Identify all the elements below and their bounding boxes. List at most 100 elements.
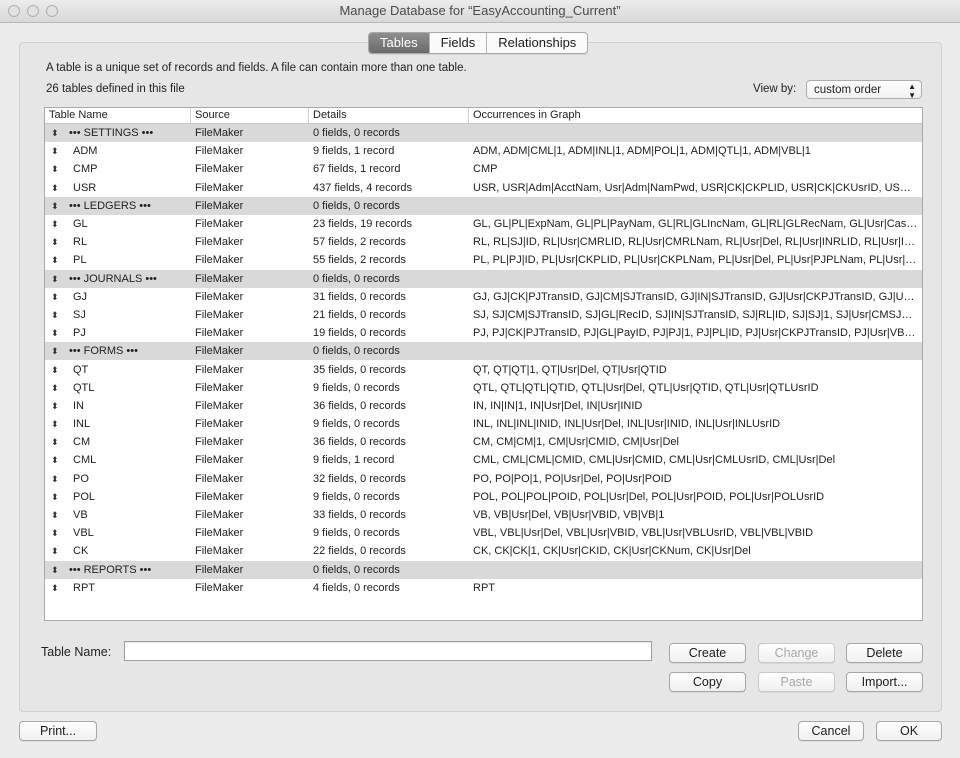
zoom-window-icon[interactable] [46, 5, 58, 17]
delete-button[interactable]: Delete [846, 643, 923, 663]
table-name-input[interactable] [124, 641, 652, 661]
tab-tables[interactable]: Tables [369, 33, 429, 53]
table-details-cell: 22 fields, 0 records [313, 545, 406, 558]
reorder-handle-icon[interactable]: ⬍ [51, 274, 65, 283]
table-row[interactable]: ⬍ GJ FileMaker 31 fields, 0 records GJ, GJ|C… [45, 288, 922, 306]
table-name-cell: ⬍ ••• REPORTS ••• [45, 564, 191, 576]
paste-button[interactable]: Paste [758, 672, 835, 692]
table-occurrences-cell: IN, IN|IN|1, IN|Usr|Del, IN|Usr|INID [473, 399, 643, 412]
table-row[interactable]: ⬍ INL FileMaker 9 fields, 0 records INL, INL… [45, 415, 922, 433]
table-name-cell: ⬍ GL [45, 218, 191, 230]
reorder-handle-icon[interactable]: ⬍ [51, 474, 65, 483]
reorder-handle-icon[interactable]: ⬍ [51, 365, 65, 374]
table-occurrences-cell: PL, PL|PJ|ID, PL|Usr|CKPLID, PL|Usr|CKPL… [473, 254, 922, 267]
table-rows: ⬍ ••• SETTINGS ••• FileMaker 0 fields, 0 re… [45, 124, 922, 597]
table-row[interactable]: ⬍ POL FileMaker 9 fields, 0 records POL, POL… [45, 488, 922, 506]
table-row[interactable]: ⬍ CML FileMaker 9 fields, 1 record CML, CML|… [45, 451, 922, 469]
reorder-handle-icon[interactable]: ⬍ [51, 329, 65, 338]
tab-fields[interactable]: Fields [428, 33, 487, 53]
reorder-handle-icon[interactable]: ⬍ [51, 220, 65, 229]
table-row[interactable]: ⬍ SJ FileMaker 21 fields, 0 records SJ, SJ|C… [45, 306, 922, 324]
table-row[interactable]: ⬍ IN FileMaker 36 fields, 0 records IN, IN|I… [45, 397, 922, 415]
table-name-cell: ⬍ VB [45, 509, 191, 521]
table-row[interactable]: ⬍ RL FileMaker 57 fields, 2 records RL, RL|S… [45, 233, 922, 251]
reorder-handle-icon[interactable]: ⬍ [51, 456, 65, 465]
table-name: PJ [73, 327, 86, 340]
table-row[interactable]: ⬍ CK FileMaker 22 fields, 0 records CK, CK|C… [45, 542, 922, 560]
table-source-cell: FileMaker [195, 163, 244, 176]
reorder-handle-icon[interactable]: ⬍ [51, 401, 65, 410]
table-details-cell: 9 fields, 0 records [313, 418, 400, 431]
column-header-source[interactable]: Source [191, 108, 309, 123]
table-row[interactable]: ⬍ QTL FileMaker 9 fields, 0 records QTL, QTL… [45, 379, 922, 397]
change-button[interactable]: Change [758, 643, 835, 663]
reorder-handle-icon[interactable]: ⬍ [51, 420, 65, 429]
table-name-cell: ⬍ CK [45, 545, 191, 557]
table-source-cell: FileMaker [195, 145, 244, 158]
column-header-table-name[interactable]: Table Name [45, 108, 191, 123]
import-button[interactable]: Import... [846, 672, 923, 692]
table-row[interactable]: ⬍ GL FileMaker 23 fields, 19 records GL, GL|… [45, 215, 922, 233]
table-row[interactable]: ⬍ CMP FileMaker 67 fields, 1 record CMP [45, 160, 922, 178]
tab-relationships[interactable]: Relationships [486, 33, 587, 53]
table-row[interactable]: ⬍ VBL FileMaker 9 fields, 0 records VBL, VBL… [45, 524, 922, 542]
table-details-cell: 32 fields, 0 records [313, 472, 406, 485]
section-row[interactable]: ⬍ ••• SETTINGS ••• FileMaker 0 fields, 0 re… [45, 124, 922, 143]
table-name: PO [73, 472, 89, 485]
table-occurrences-cell: CML, CML|CML|CMID, CML|Usr|CMID, CML|Usr… [473, 454, 836, 467]
reorder-handle-icon[interactable]: ⬍ [51, 292, 65, 301]
table-name: CMP [73, 163, 98, 176]
reorder-handle-icon[interactable]: ⬍ [51, 565, 65, 574]
table-row[interactable]: ⬍ CM FileMaker 36 fields, 0 records CM, CM|C… [45, 433, 922, 451]
minimize-window-icon[interactable] [27, 5, 39, 17]
table-row[interactable]: ⬍ QT FileMaker 35 fields, 0 records QT, QT|Q… [45, 360, 922, 378]
table-row[interactable]: ⬍ PL FileMaker 55 fields, 2 records PL, PL|P… [45, 251, 922, 269]
reorder-handle-icon[interactable]: ⬍ [51, 438, 65, 447]
reorder-handle-icon[interactable]: ⬍ [51, 201, 65, 210]
table-row[interactable]: ⬍ PJ FileMaker 19 fields, 0 records PJ, PJ|C… [45, 324, 922, 342]
table-details-cell: 4 fields, 0 records [313, 581, 400, 594]
reorder-handle-icon[interactable]: ⬍ [51, 183, 65, 192]
reorder-handle-icon[interactable]: ⬍ [51, 347, 65, 356]
table-details-cell: 33 fields, 0 records [313, 509, 406, 522]
close-window-icon[interactable] [8, 5, 20, 17]
table-name-cell: ⬍ ••• SETTINGS ••• [45, 127, 191, 139]
table-row[interactable]: ⬍ USR FileMaker 437 fields, 4 records USR, U… [45, 179, 922, 197]
reorder-handle-icon[interactable]: ⬍ [51, 547, 65, 556]
reorder-handle-icon[interactable]: ⬍ [51, 310, 65, 319]
section-row[interactable]: ⬍ ••• FORMS ••• FileMaker 0 fields, 0 recor… [45, 342, 922, 361]
create-button[interactable]: Create [669, 643, 746, 663]
table-source-cell: FileMaker [195, 254, 244, 267]
table-details-cell: 67 fields, 1 record [313, 163, 401, 176]
cancel-button[interactable]: Cancel [798, 721, 864, 741]
section-row[interactable]: ⬍ ••• JOURNALS ••• FileMaker 0 fields, 0 re… [45, 269, 922, 288]
table-row[interactable]: ⬍ PO FileMaker 32 fields, 0 records PO, PO|P… [45, 470, 922, 488]
ok-button[interactable]: OK [876, 721, 942, 741]
reorder-handle-icon[interactable]: ⬍ [51, 383, 65, 392]
column-header-occurrences[interactable]: Occurrences in Graph [469, 108, 922, 123]
reorder-handle-icon[interactable]: ⬍ [51, 583, 65, 592]
table-occurrences-cell: RPT [473, 581, 495, 594]
copy-button[interactable]: Copy [669, 672, 746, 692]
window-title: Manage Database for “EasyAccounting_Curr… [339, 3, 621, 18]
reorder-handle-icon[interactable]: ⬍ [51, 165, 65, 174]
reorder-handle-icon[interactable]: ⬍ [51, 511, 65, 520]
section-row[interactable]: ⬍ ••• LEDGERS ••• FileMaker 0 fields, 0 rec… [45, 196, 922, 215]
table-row[interactable]: ⬍ ADM FileMaker 9 fields, 1 record ADM, ADM|… [45, 142, 922, 160]
reorder-handle-icon[interactable]: ⬍ [51, 238, 65, 247]
view-by-select[interactable]: custom order ▲ ▼ [806, 80, 922, 100]
column-header-details[interactable]: Details [309, 108, 469, 123]
reorder-handle-icon[interactable]: ⬍ [51, 256, 65, 265]
reorder-handle-icon[interactable]: ⬍ [51, 147, 65, 156]
table-source-cell: FileMaker [195, 308, 244, 321]
print-button[interactable]: Print... [19, 721, 97, 741]
reorder-handle-icon[interactable]: ⬍ [51, 492, 65, 501]
reorder-handle-icon[interactable]: ⬍ [51, 129, 65, 138]
table-row[interactable]: ⬍ RPT FileMaker 4 fields, 0 records RPT [45, 579, 922, 597]
table-row[interactable]: ⬍ VB FileMaker 33 fields, 0 records VB, VB|U… [45, 506, 922, 524]
table-occurrences-cell: CMP [473, 163, 498, 176]
table-name-cell: ⬍ ADM [45, 145, 191, 157]
section-row[interactable]: ⬍ ••• REPORTS ••• FileMaker 0 fields, 0 rec… [45, 560, 922, 579]
reorder-handle-icon[interactable]: ⬍ [51, 529, 65, 538]
table-name: SJ [73, 308, 86, 321]
